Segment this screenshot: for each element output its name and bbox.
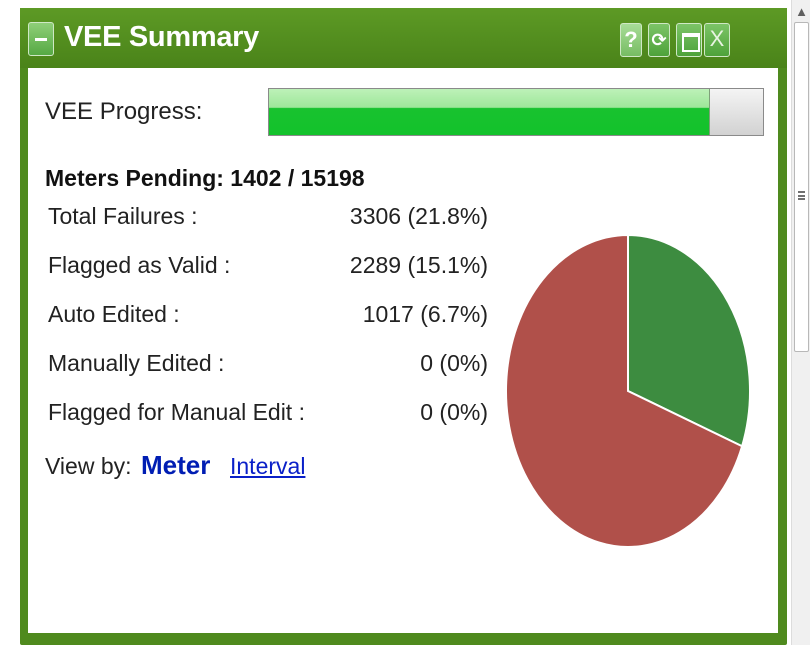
stat-label: Flagged for Manual Edit : — [48, 399, 305, 425]
minus-icon[interactable] — [28, 22, 54, 56]
scroll-grip-icon — [798, 191, 805, 200]
vee-progress-bar — [268, 88, 764, 136]
stat-row-auto-edited: Auto Edited : 1017 (6.7%) — [48, 301, 488, 350]
stat-row-flagged-manual-edit: Flagged for Manual Edit : 0 (0%) — [48, 399, 488, 448]
vee-summary-widget: VEE Summary ? ⟳ X VEE Progress: Meters P… — [20, 8, 787, 645]
stat-value: 3306 (21.8%) — [349, 203, 488, 229]
widget-titlebar: VEE Summary ? ⟳ X — [20, 8, 787, 68]
question-mark-icon[interactable]: ? — [620, 23, 642, 57]
stat-value: 0 (0%) — [420, 350, 488, 376]
scroll-up-arrow-icon[interactable]: ▲ — [792, 0, 810, 22]
stat-value: 1017 (6.7%) — [362, 301, 488, 327]
stat-row-total-failures: Total Failures : 3306 (21.8%) — [48, 203, 488, 252]
pie-chart-svg — [505, 233, 751, 548]
stat-row-flagged-valid: Flagged as Valid : 2289 (15.1%) — [48, 252, 488, 301]
stat-value: 2289 (15.1%) — [349, 252, 488, 278]
maximize-icon[interactable] — [676, 23, 702, 57]
meters-pending: Meters Pending: 1402 / 15198 — [45, 165, 365, 191]
widget-title: VEE Summary — [64, 21, 259, 53]
view-by-meter-option[interactable]: Meter — [141, 450, 210, 481]
stat-label: Auto Edited : — [48, 301, 180, 327]
failures-pie-chart — [498, 231, 758, 551]
close-icon[interactable]: X — [704, 23, 730, 57]
stat-row-manually-edited: Manually Edited : 0 (0%) — [48, 350, 488, 399]
stats-list: Total Failures : 3306 (21.8%) Flagged as… — [48, 203, 488, 448]
stat-label: Manually Edited : — [48, 350, 225, 376]
widget-content: VEE Progress: Meters Pending: 1402 / 151… — [28, 68, 778, 633]
stat-label: Total Failures : — [48, 203, 198, 229]
stat-value: 0 (0%) — [420, 399, 488, 425]
view-by-label: View by: — [45, 453, 132, 479]
page-scrollbar[interactable]: ▲ — [791, 0, 810, 645]
view-by-interval-link[interactable]: Interval — [230, 453, 305, 480]
stat-label: Flagged as Valid : — [48, 252, 231, 278]
vee-progress-fill — [269, 89, 711, 135]
progress-label: VEE Progress: — [45, 98, 203, 125]
refresh-icon[interactable]: ⟳ — [648, 23, 670, 57]
scroll-thumb[interactable] — [794, 22, 809, 352]
